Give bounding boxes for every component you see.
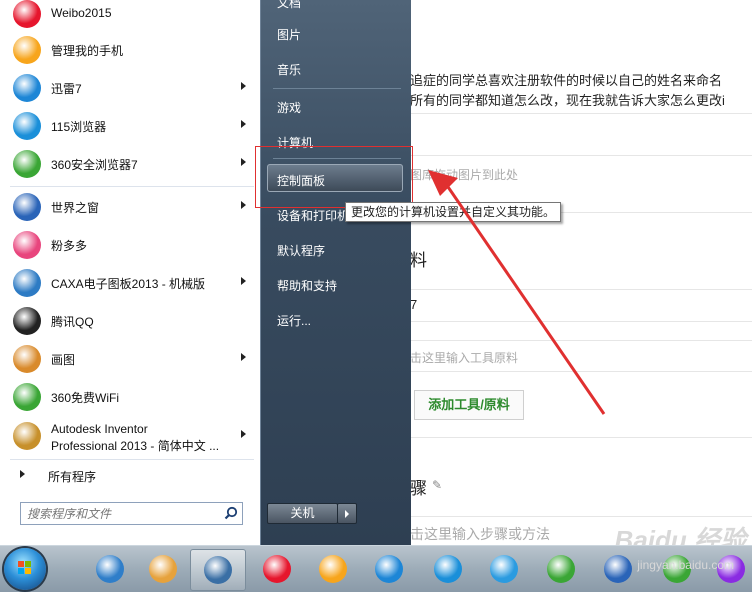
- program-item[interactable]: Weibo2015: [10, 0, 258, 32]
- inventor-icon: [13, 422, 41, 450]
- submenu-arrow-icon: [241, 82, 246, 90]
- add-tool-button[interactable]: 添加工具/原料: [414, 390, 524, 420]
- program-label: 画图: [51, 353, 76, 367]
- edit-pencil-icon[interactable]: ✎: [432, 478, 442, 492]
- program-item[interactable]: 画图: [10, 341, 258, 377]
- submenu-arrow-icon: [241, 158, 246, 166]
- start-menu-places: 文档 图片 音乐 游戏 计算机 控制面板 设备和打印机 默认程序 帮助和支持 运…: [260, 0, 411, 545]
- taskbar-button[interactable]: [136, 549, 190, 589]
- menu-item-default-programs[interactable]: 默认程序: [277, 242, 325, 259]
- qq-icon: [13, 307, 41, 335]
- start-menu-programs: Weibo2015 管理我的手机 迅雷7 115浏览器 360安全浏览器7 世界之窗粉多多…: [0, 0, 261, 545]
- submenu-arrow-icon: [241, 201, 246, 209]
- search-input[interactable]: [25, 505, 219, 523]
- fenduoduo-icon: [13, 231, 41, 259]
- program-label: 115浏览器: [51, 120, 107, 134]
- program-label: CAXA电子图板2013 - 机械版: [51, 277, 206, 291]
- watermark-url: jingyan.baidu.com: [637, 558, 734, 572]
- shutdown-button[interactable]: 关机: [267, 503, 338, 524]
- browser115-icon: [434, 555, 462, 583]
- search-box[interactable]: [20, 502, 243, 525]
- tool-input[interactable]: 击这里输入工具原料: [410, 349, 518, 366]
- divider: [10, 186, 254, 187]
- taskbar-button[interactable]: [362, 549, 416, 589]
- xunlei-icon: [375, 555, 403, 583]
- search-icon[interactable]: [224, 506, 238, 520]
- submenu-arrow-icon: [241, 430, 246, 438]
- divider: [10, 459, 254, 460]
- program-item[interactable]: 腾讯QQ: [10, 303, 258, 339]
- upload-hint[interactable]: 图库拖动图片到此处: [410, 166, 518, 183]
- tool-item: 7: [410, 297, 418, 312]
- steps-heading: 骤: [410, 479, 427, 498]
- taskbar-button[interactable]: [83, 549, 137, 589]
- program-label: 粉多多: [51, 239, 88, 253]
- step-input[interactable]: 击这里输入步骤或方法: [410, 524, 550, 544]
- menu-item-help-support[interactable]: 帮助和支持: [277, 277, 337, 294]
- materials-heading: 料: [410, 251, 427, 270]
- phone-manager-icon: [319, 555, 347, 583]
- program-label: 世界之窗: [51, 201, 100, 215]
- annotation-highlight-box: [255, 146, 413, 208]
- pinwheel-icon: [149, 555, 177, 583]
- taskbar-button[interactable]: [306, 549, 360, 589]
- taskbar-button[interactable]: [477, 549, 531, 589]
- browser360-icon: [13, 150, 41, 178]
- start-button[interactable]: [4, 548, 46, 590]
- program-label: 360安全浏览器7: [51, 158, 138, 172]
- taskbar-button[interactable]: [534, 549, 588, 589]
- all-programs-label: 所有程序: [48, 470, 97, 484]
- control-panel-tooltip: 更改您的计算机设置并自定义其功能。: [345, 202, 562, 222]
- background-webpage: 追症的同学总喜欢注册软件的时候以自己的姓名来命名 所有的同学都知道怎么改，现在我…: [410, 0, 752, 555]
- triangle-right-icon: [20, 470, 25, 478]
- menu-item-pictures[interactable]: 图片: [277, 26, 301, 43]
- all-programs-button[interactable]: 所有程序: [10, 462, 258, 488]
- weibo-icon: [13, 0, 41, 28]
- submenu-arrow-icon: [241, 277, 246, 285]
- program-item[interactable]: 世界之窗: [10, 189, 258, 225]
- weibo-icon: [263, 555, 291, 583]
- program-label: Autodesk Inventor Professional 2013 - 简体中…: [51, 422, 220, 453]
- xunlei-icon: [13, 74, 41, 102]
- program-label: 管理我的手机: [51, 44, 124, 58]
- submenu-arrow-icon: [241, 120, 246, 128]
- shutdown-options-button[interactable]: [337, 503, 357, 524]
- menu-item-run[interactable]: 运行...: [277, 312, 311, 329]
- program-label: 迅雷7: [51, 82, 82, 96]
- program-item[interactable]: 迅雷7: [10, 70, 258, 106]
- taskbar-button[interactable]: [250, 549, 304, 589]
- theworld-icon: [604, 555, 632, 583]
- program-label: 腾讯QQ: [51, 315, 94, 329]
- menu-item-games[interactable]: 游戏: [277, 99, 301, 116]
- program-label: 360免费WiFi: [51, 391, 120, 405]
- program-item[interactable]: 360安全浏览器7: [10, 146, 258, 182]
- explorer-icon: [96, 555, 124, 583]
- paint-icon: [13, 345, 41, 373]
- menu-item-music[interactable]: 音乐: [277, 61, 301, 78]
- program-item[interactable]: 115浏览器: [10, 108, 258, 144]
- caxa-icon: [13, 269, 41, 297]
- article-description: 追症的同学总喜欢注册软件的时候以自己的姓名来命名 所有的同学都知道怎么改，现在我…: [410, 73, 725, 108]
- theworld-icon: [13, 193, 41, 221]
- menu-item-devices-printers[interactable]: 设备和打印机: [277, 207, 349, 224]
- menu-item-documents[interactable]: 文档: [277, 0, 301, 11]
- program-label: Weibo2015: [51, 6, 112, 20]
- browser115-icon: [13, 112, 41, 140]
- program-item[interactable]: 360免费WiFi: [10, 379, 258, 415]
- media-player-icon: [204, 556, 232, 584]
- program-item[interactable]: 管理我的手机: [10, 32, 258, 68]
- browser360-icon: [547, 555, 575, 583]
- program-item[interactable]: Autodesk Inventor Professional 2013 - 简体中…: [10, 418, 258, 454]
- program-item[interactable]: CAXA电子图板2013 - 机械版: [10, 265, 258, 301]
- wifi360-icon: [13, 383, 41, 411]
- program-item[interactable]: 粉多多: [10, 227, 258, 263]
- taskbar-button[interactable]: [190, 549, 246, 591]
- taskbar-button[interactable]: [421, 549, 475, 589]
- windows-logo-icon: [18, 561, 31, 574]
- triangle-right-icon: [345, 510, 349, 518]
- submenu-arrow-icon: [241, 353, 246, 361]
- cloud-icon: [490, 555, 518, 583]
- phone-manager-icon: [13, 36, 41, 64]
